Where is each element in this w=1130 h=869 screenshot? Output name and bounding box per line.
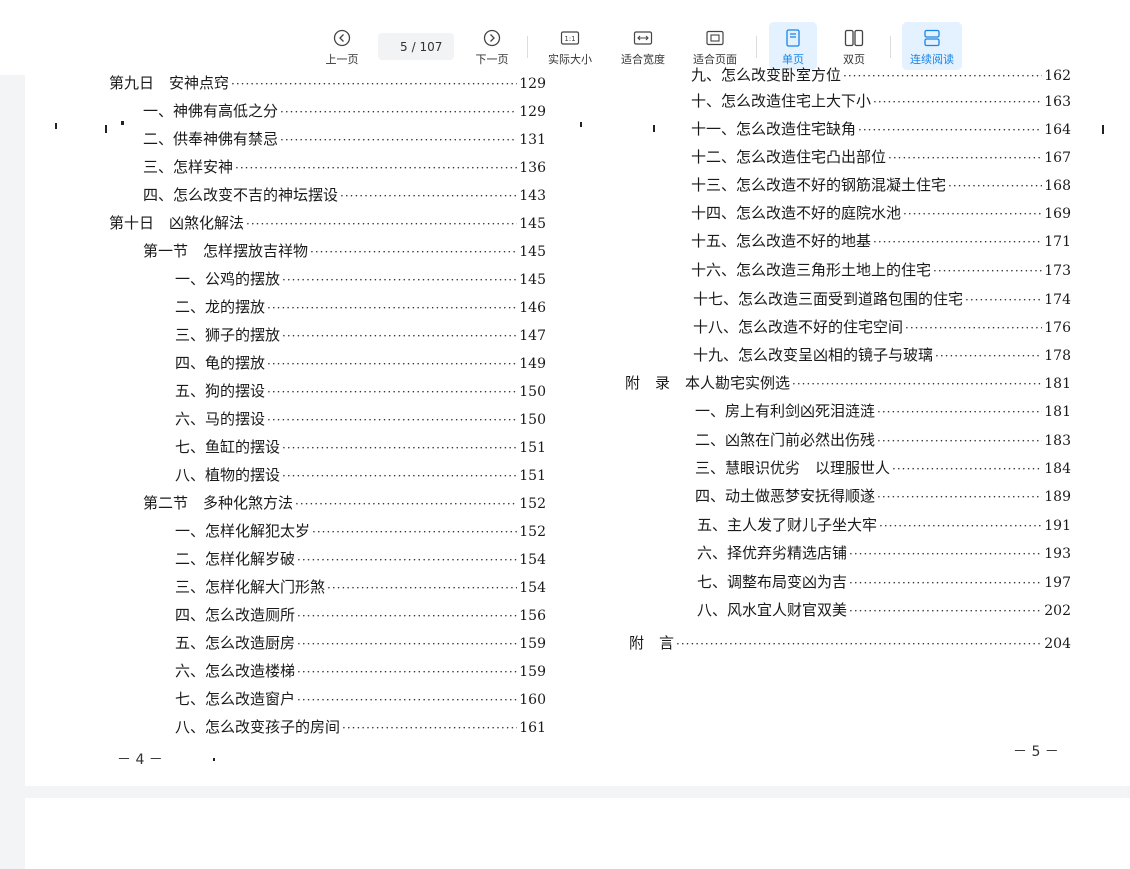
toc-entry[interactable]: 二、供奉神佛有禁忌131	[143, 128, 546, 150]
actual-size-button[interactable]: 1:1 实际大小	[543, 22, 597, 70]
toc-entry[interactable]: 十九、怎么改变呈凶相的镜子与玻璃178	[693, 344, 1071, 366]
single-page-button[interactable]: 单页	[769, 22, 817, 70]
toc-entry[interactable]: 二、凶煞在门前必然出伤残183	[695, 429, 1071, 451]
actual-size-label: 实际大小	[548, 53, 592, 66]
toc-entry[interactable]: 十七、怎么改造三面受到道路包围的住宅174	[693, 288, 1071, 310]
fit-width-icon	[633, 27, 653, 49]
toc-entry[interactable]: 一、房上有利剑凶死泪涟涟181	[695, 400, 1071, 422]
fit-width-button[interactable]: 适合宽度	[616, 22, 670, 70]
toc-entry[interactable]: 三、怎样化解大门形煞154	[175, 576, 546, 598]
chevron-right-circle-icon	[483, 27, 501, 49]
toc-entry[interactable]: 九、怎么改变卧室方位162	[691, 64, 1071, 86]
toc-entry[interactable]: 十、怎么改造住宅上大下小163	[691, 90, 1071, 112]
next-document-page	[25, 798, 1130, 869]
toc-entry[interactable]: 十四、怎么改造不好的庭院水池169	[691, 202, 1071, 224]
document-page: 第九日 安神点窍129 一、神佛有高低之分129 二、供奉神佛有禁忌131 三、…	[25, 66, 1130, 786]
toc-entry[interactable]: 十八、怎么改造不好的住宅空间176	[693, 316, 1071, 338]
toc-entry[interactable]: 七、鱼缸的摆设151	[175, 436, 546, 458]
next-page-button[interactable]: 下一页	[472, 22, 512, 70]
toc-entry[interactable]: 一、怎样化解犯太岁152	[175, 520, 546, 542]
actual-size-icon: 1:1	[560, 27, 580, 49]
toc-entry[interactable]: 二、怎样化解岁破154	[175, 548, 546, 570]
toc-entry[interactable]: 十三、怎么改造不好的钢筋混凝土住宅168	[691, 174, 1071, 196]
toc-entry[interactable]: 四、怎么改造厕所156	[175, 604, 546, 626]
continuous-reading-button[interactable]: 连续阅读	[902, 22, 962, 70]
prev-page-button[interactable]: 上一页	[322, 22, 362, 70]
next-page-label: 下一页	[475, 53, 509, 66]
page-number-left: － 4 －	[117, 752, 163, 768]
svg-text:1:1: 1:1	[564, 35, 575, 43]
page-number-right: － 5 －	[1013, 744, 1059, 760]
fit-page-icon	[705, 27, 725, 49]
toc-entry[interactable]: 十一、怎么改造住宅缺角164	[691, 118, 1071, 140]
total-pages: / 107	[411, 39, 443, 54]
toc-entry[interactable]: 十二、怎么改造住宅凸出部位167	[691, 146, 1071, 168]
toc-entry[interactable]: 三、狮子的摆放147	[175, 324, 546, 346]
toc-entry[interactable]: 六、怎么改造楼梯159	[175, 660, 546, 682]
double-page-button[interactable]: 双页	[830, 22, 878, 70]
page-indicator: / 107	[378, 33, 454, 60]
toolbar-divider	[756, 36, 757, 58]
chevron-left-circle-icon	[333, 27, 351, 49]
toc-entry[interactable]: 一、公鸡的摆放145	[175, 268, 546, 290]
toc-entry[interactable]: 一、神佛有高低之分129	[143, 100, 546, 122]
toc-entry[interactable]: 五、狗的摆设150	[175, 380, 546, 402]
toc-entry[interactable]: 四、动土做恶梦安抚得顺遂189	[695, 485, 1071, 507]
toc-entry[interactable]: 附 录 本人勘宅实例选181	[625, 372, 1071, 394]
toc-entry[interactable]: 四、怎么改变不吉的神坛摆设143	[143, 184, 546, 206]
scan-artifact	[105, 125, 107, 133]
toc-entry[interactable]: 八、风水宜人财官双美202	[697, 599, 1071, 621]
scan-artifact	[653, 125, 655, 132]
toc-entry[interactable]: 第十日 凶煞化解法145	[109, 212, 546, 234]
scan-artifact	[121, 121, 124, 125]
toc-entry[interactable]: 五、怎么改造厨房159	[175, 632, 546, 654]
scan-artifact	[1102, 125, 1104, 134]
toc-entry[interactable]: 第一节 怎样摆放吉祥物145	[143, 240, 546, 262]
toc-entry[interactable]: 四、龟的摆放149	[175, 352, 546, 374]
toc-entry[interactable]: 五、主人发了财儿子坐大牢191	[697, 514, 1071, 536]
scan-artifact	[55, 123, 57, 129]
toc-entry[interactable]: 十六、怎么改造三角形土地上的住宅173	[691, 259, 1071, 281]
prev-page-label: 上一页	[325, 53, 359, 66]
toc-entry[interactable]: 三、怎样安神136	[143, 156, 546, 178]
toc-entry[interactable]: 第二节 多种化煞方法152	[143, 492, 546, 514]
double-page-icon	[844, 27, 864, 49]
toc-entry[interactable]: 八、怎么改变孩子的房间161	[175, 716, 546, 738]
toolbar-divider	[890, 36, 891, 58]
fit-width-label: 适合宽度	[621, 53, 665, 66]
toc-entry[interactable]: 六、马的摆设150	[175, 408, 546, 430]
page-number-input[interactable]	[389, 39, 408, 54]
toc-entry[interactable]: 十五、怎么改造不好的地基171	[691, 230, 1071, 252]
toc-entry[interactable]: 三、慧眼识优劣 以理服世人184	[695, 457, 1071, 479]
scan-artifact	[580, 122, 582, 127]
scan-artifact	[213, 758, 215, 761]
fit-page-button[interactable]: 适合页面	[688, 22, 742, 70]
continuous-reading-icon	[923, 27, 941, 49]
toc-entry[interactable]: 六、择优弃劣精选店铺193	[697, 542, 1071, 564]
toc-entry[interactable]: 七、怎么改造窗户160	[175, 688, 546, 710]
toc-entry[interactable]: 第九日 安神点窍129	[109, 72, 546, 94]
toc-entry[interactable]: 二、龙的摆放146	[175, 296, 546, 318]
toc-entry[interactable]: 七、调整布局变凶为吉197	[697, 571, 1071, 593]
toc-entry[interactable]: 八、植物的摆设151	[175, 464, 546, 486]
toolbar-divider	[527, 36, 528, 58]
single-page-icon	[785, 27, 801, 49]
toc-entry[interactable]: 附 言204	[629, 632, 1071, 654]
